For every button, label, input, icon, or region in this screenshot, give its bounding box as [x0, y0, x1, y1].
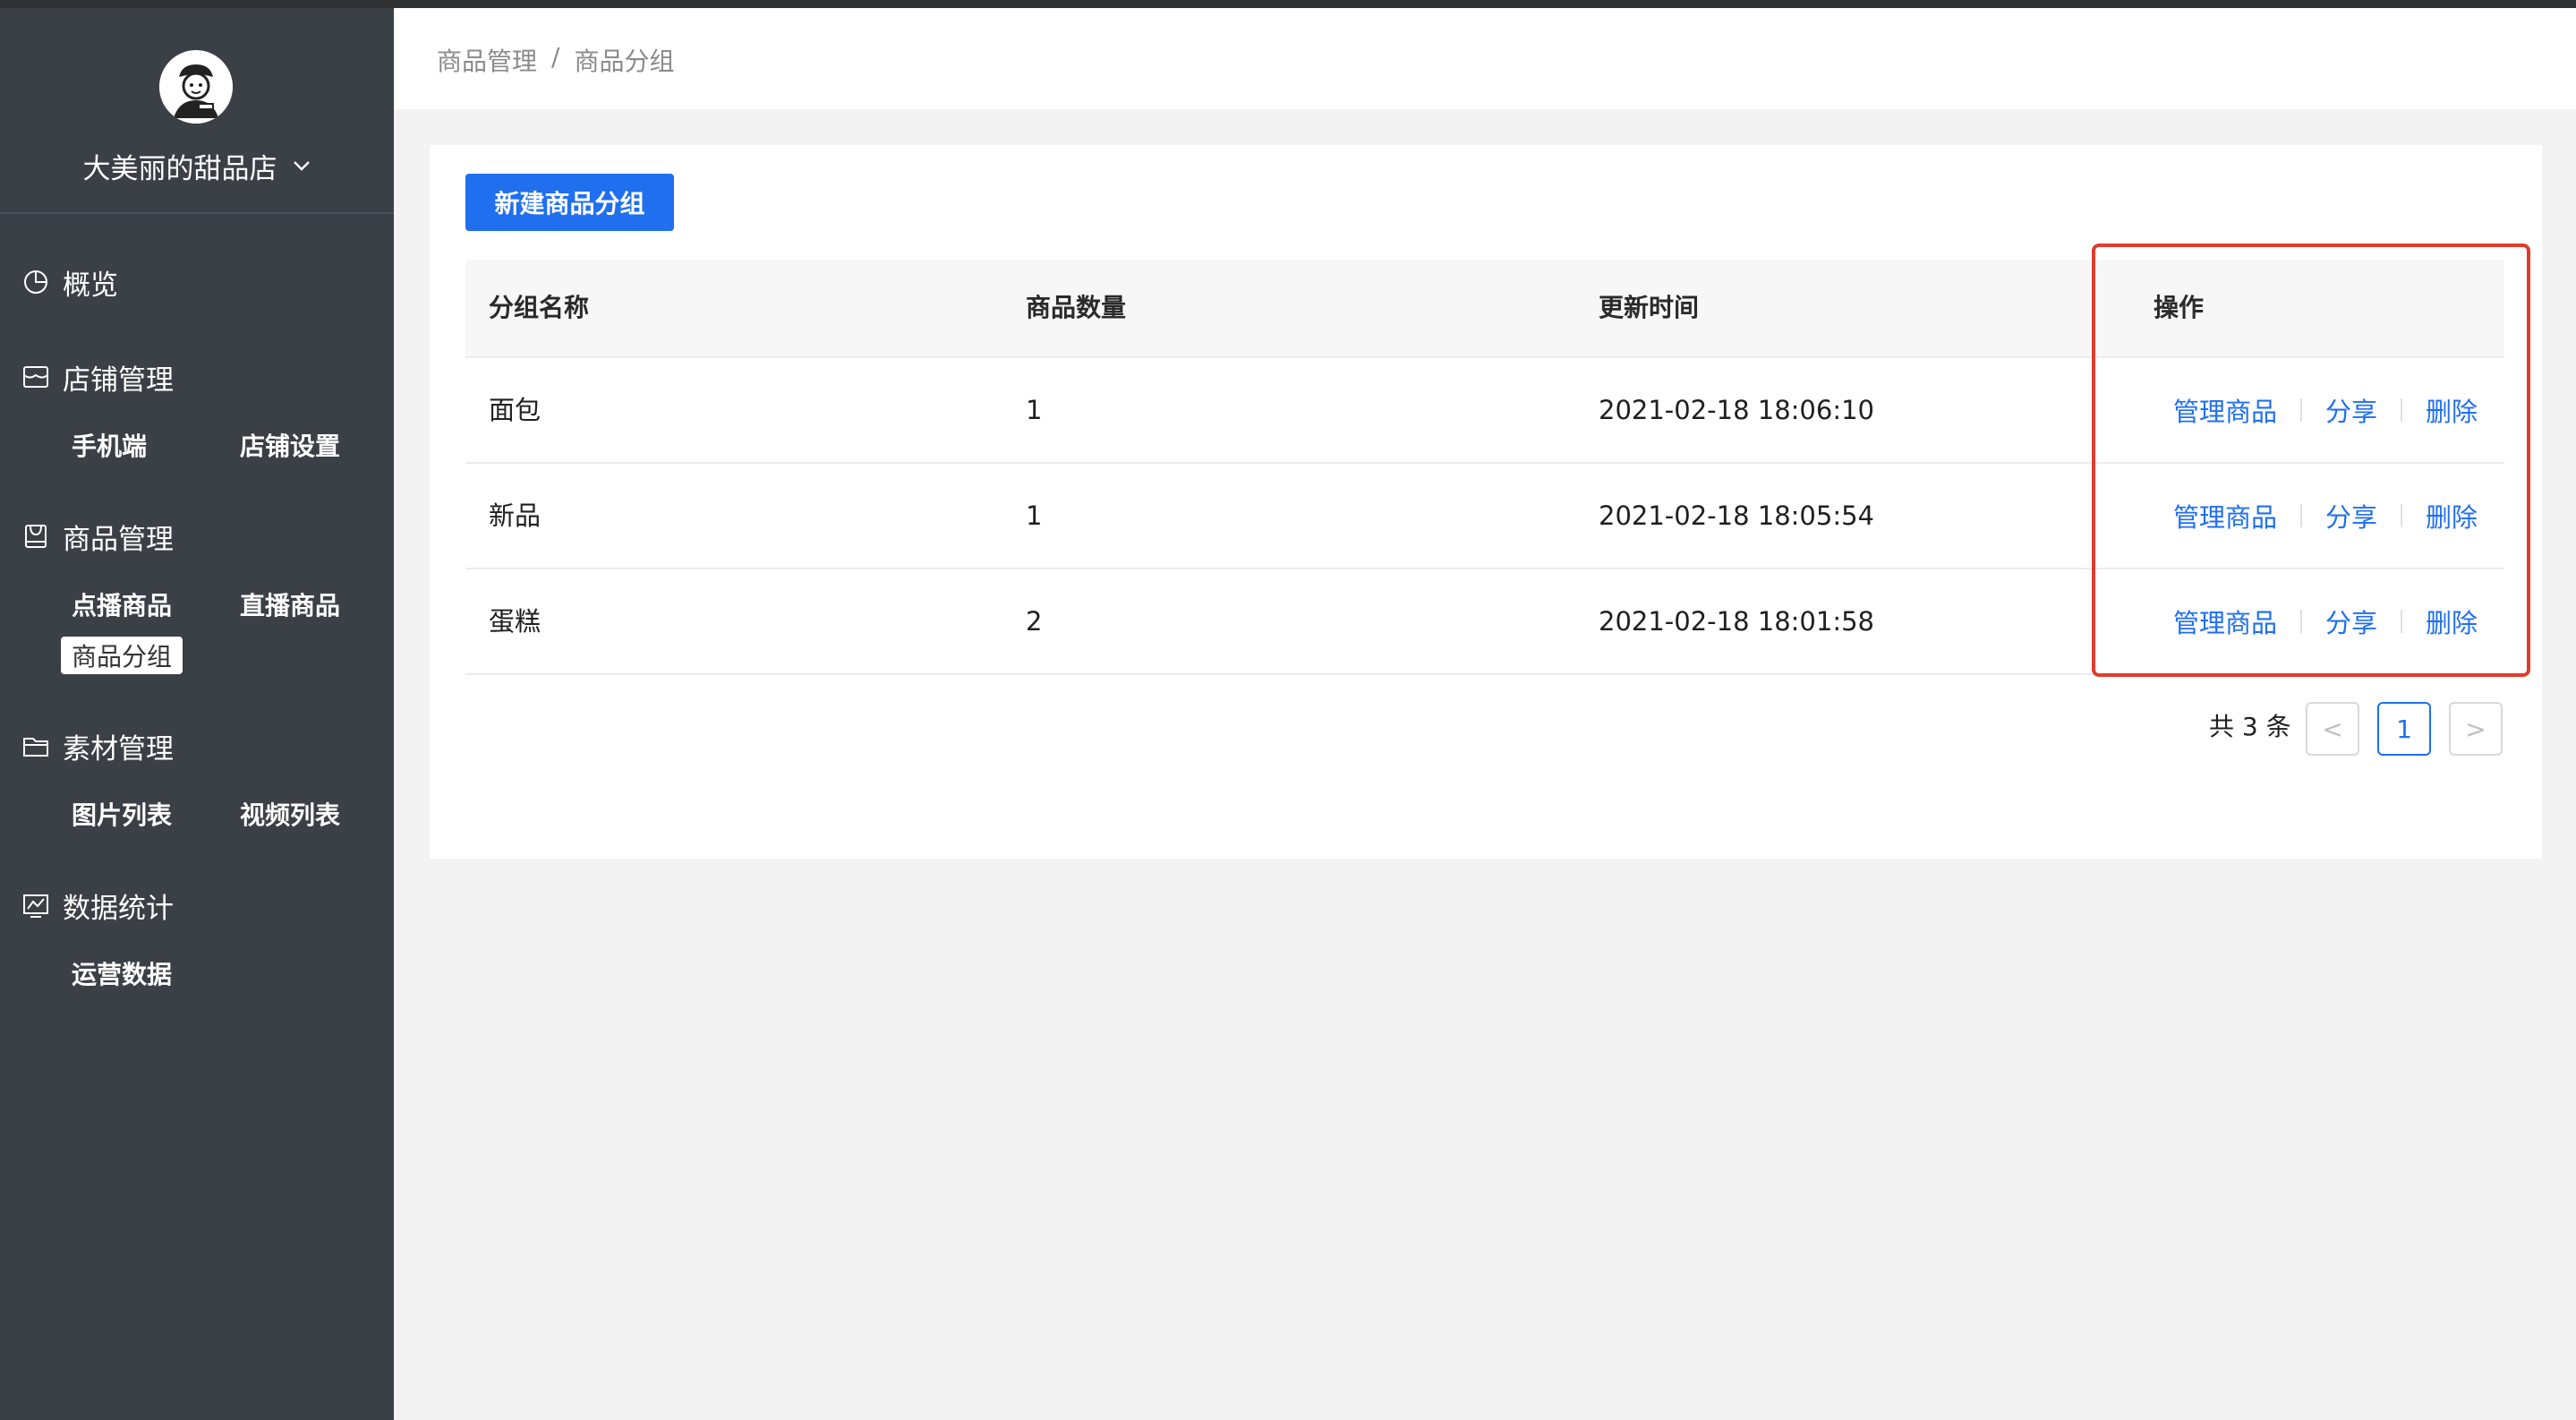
- breadcrumb-bar: 商品管理 / 商品分组: [394, 8, 2576, 109]
- table-row: 新品 1 2021-02-18 18:05:54 管理商品 分享 删除: [465, 464, 2504, 569]
- delete-link[interactable]: 删除: [2426, 603, 2478, 640]
- row-actions: 管理商品 分享 删除: [2173, 569, 2478, 673]
- folder-icon: [23, 738, 48, 757]
- table-row: 面包 1 2021-02-18 18:06:10 管理商品 分享 删除: [465, 358, 2504, 464]
- breadcrumb-separator: /: [551, 42, 560, 72]
- sidebar-item-label: 概览: [63, 269, 118, 302]
- share-link[interactable]: 分享: [2325, 603, 2377, 640]
- sidebar-item-mobile[interactable]: 手机端: [72, 427, 147, 463]
- column-header-name: 分组名称: [489, 293, 590, 322]
- pagination-total: 共 3 条: [2209, 712, 2291, 741]
- sidebar-section-goods[interactable]: 商品管理: [21, 515, 174, 558]
- action-separator: [2300, 398, 2303, 422]
- sidebar-section-label: 店铺管理: [63, 364, 174, 397]
- action-separator: [2300, 504, 2303, 527]
- breadcrumb: 商品管理 / 商品分组: [437, 42, 674, 78]
- table-header: 分组名称 商品数量 更新时间 操作: [465, 260, 2504, 358]
- manage-goods-link[interactable]: 管理商品: [2173, 603, 2277, 640]
- sidebar-section-label: 商品管理: [63, 523, 174, 556]
- sidebar-item-overview[interactable]: 概览: [21, 261, 118, 304]
- shop-switcher[interactable]: 大美丽的甜品店: [0, 142, 394, 189]
- breadcrumb-current: 商品分组: [574, 47, 675, 76]
- share-link[interactable]: 分享: [2325, 497, 2377, 535]
- sidebar-divider: [0, 212, 394, 214]
- sidebar-section-store[interactable]: 店铺管理: [21, 355, 174, 398]
- updated-time-cell: 2021-02-18 18:06:10: [1599, 395, 1874, 425]
- new-group-button[interactable]: 新建商品分组: [465, 174, 674, 231]
- shop-logo: [159, 50, 233, 124]
- delete-link[interactable]: 删除: [2426, 391, 2478, 429]
- table-row: 蛋糕 2 2021-02-18 18:01:58 管理商品 分享 删除: [465, 569, 2504, 675]
- sidebar-item-operation-data[interactable]: 运营数据: [72, 955, 172, 991]
- pagination-next-button[interactable]: >: [2449, 702, 2503, 756]
- action-separator: [2401, 610, 2403, 633]
- bag-icon: [25, 525, 47, 548]
- sidebar-section-media[interactable]: 素材管理: [21, 724, 174, 767]
- sidebar-section-label: 素材管理: [63, 732, 174, 766]
- column-header-updated: 更新时间: [1599, 293, 1700, 322]
- sidebar-item-image-list[interactable]: 图片列表: [72, 796, 172, 832]
- window-top-bar: [0, 0, 2576, 8]
- row-actions: 管理商品 分享 删除: [2173, 358, 2478, 462]
- updated-time-cell: 2021-02-18 18:01:58: [1599, 606, 1874, 637]
- goods-count-cell: 1: [1026, 395, 1043, 425]
- sidebar-section-stats[interactable]: 数据统计: [21, 884, 174, 927]
- column-header-actions: 操作: [2154, 293, 2205, 322]
- sidebar-item-store-settings[interactable]: 店铺设置: [240, 427, 340, 463]
- goods-count-cell: 2: [1026, 606, 1043, 637]
- content-card: 新建商品分组 分组名称 商品数量 更新时间 操作 面包 1 2021-02-18…: [430, 145, 2542, 859]
- action-separator: [2401, 504, 2403, 527]
- share-link[interactable]: 分享: [2325, 391, 2377, 429]
- sidebar: 大美丽的甜品店 概览 店铺管理 手机端 店铺设置 商品管理 点播商品 直播商品 …: [0, 8, 394, 1420]
- goods-count-cell: 1: [1026, 500, 1043, 531]
- group-name-cell: 面包: [489, 395, 542, 425]
- sidebar-item-video-list[interactable]: 视频列表: [240, 796, 340, 832]
- shop-name: 大美丽的甜品店: [82, 152, 277, 185]
- sidebar-item-goods-groups[interactable]: 商品分组: [61, 637, 183, 674]
- manage-goods-link[interactable]: 管理商品: [2173, 391, 2277, 429]
- sidebar-item-vod-goods[interactable]: 点播商品: [72, 586, 172, 622]
- row-actions: 管理商品 分享 删除: [2173, 464, 2478, 568]
- breadcrumb-parent[interactable]: 商品管理: [437, 42, 537, 78]
- manage-goods-link[interactable]: 管理商品: [2173, 497, 2277, 535]
- chevron-down-icon: [293, 161, 310, 171]
- delete-link[interactable]: 删除: [2426, 497, 2478, 535]
- column-header-count: 商品数量: [1026, 293, 1127, 322]
- pagination-page-button[interactable]: 1: [2377, 702, 2431, 756]
- action-separator: [2300, 610, 2303, 633]
- sidebar-item-live-goods[interactable]: 直播商品: [240, 586, 340, 622]
- group-name-cell: 新品: [489, 500, 542, 531]
- shop-icon: [23, 366, 48, 388]
- trend-chart-icon: [23, 894, 48, 918]
- sidebar-section-label: 数据统计: [63, 892, 174, 925]
- action-separator: [2401, 398, 2403, 422]
- group-name-cell: 蛋糕: [489, 606, 542, 637]
- pie-chart-icon: [24, 270, 47, 294]
- updated-time-cell: 2021-02-18 18:05:54: [1599, 500, 1874, 531]
- pagination-prev-button[interactable]: <: [2306, 702, 2359, 756]
